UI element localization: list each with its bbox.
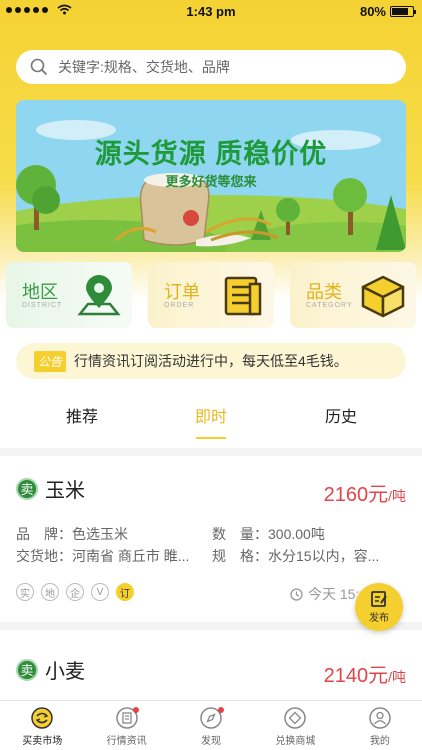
news-notification-dot [133, 707, 140, 713]
tabbar-profile-label: 我的 [369, 736, 390, 747]
edit-icon [371, 591, 387, 607]
listing-price: 2160元/吨 [324, 478, 406, 507]
search-placeholder: 关键字:规格、交货地、品牌 [58, 59, 230, 75]
shortcut-district-label: 地区 [22, 282, 58, 302]
shortcut-category-label: 品类 [306, 282, 342, 302]
listing-title: 玉米 [45, 480, 85, 502]
sell-badge: 卖 [16, 658, 38, 681]
listing-price-unit: /吨 [388, 669, 406, 685]
quantity-value: 300.00吨 [268, 526, 325, 542]
brand-field: 品 牌：色选玉米 [16, 524, 128, 544]
tabbar-exchange[interactable]: 兑换商城 [253, 701, 337, 750]
shortcut-category-en: CATEGORY [306, 302, 353, 309]
spec-field: 规 格：水分15以内，容... [212, 546, 379, 566]
vip-badge: V [91, 583, 109, 601]
listing-tabs: 推荐 即时 历史 [0, 395, 422, 445]
shortcut-order[interactable]: 订单 ORDER [148, 262, 274, 328]
tabbar-news-label: 行情资讯 [106, 736, 147, 747]
promo-banner[interactable]: 源头货源 质稳价优 更多好货等您来 [16, 100, 406, 252]
search-bar[interactable]: 关键字:规格、交货地、品牌 [16, 50, 406, 84]
market-icon [31, 707, 53, 729]
discover-notification-dot [217, 707, 224, 713]
listing-title: 小麦 [45, 661, 85, 683]
delivery-place-value: 河南省 商丘市 睢... [72, 548, 190, 564]
verified-real-badge: 实 [16, 583, 34, 601]
order-list-icon [224, 276, 262, 316]
listing-price-value: 2160元 [323, 484, 389, 506]
map-pin-icon [77, 275, 121, 316]
status-bar: 1:43 pm 80% [0, 0, 422, 22]
delivery-place-label: 交货地： [16, 548, 72, 564]
quantity-label: 数 量： [212, 526, 268, 542]
quantity-field: 数 量：300.00吨 [212, 524, 325, 544]
listing-price-value: 2140元 [323, 665, 389, 687]
battery-percent: 80% [359, 4, 386, 19]
section-divider [0, 448, 422, 456]
announcement-text: 行情资讯订阅活动进行中，每天低至4毛钱。 [74, 353, 348, 369]
section-divider [0, 622, 422, 630]
user-icon [369, 707, 391, 729]
tabbar-market-label: 买卖市场 [22, 736, 63, 747]
exchange-icon [284, 707, 307, 729]
announcement-tag: 公告 [34, 350, 67, 372]
publish-button[interactable]: 发布 [355, 583, 403, 631]
sell-badge: 卖 [16, 477, 38, 500]
announcement-bar[interactable]: 公告 行情资讯订阅活动进行中，每天低至4毛钱。 [16, 343, 406, 379]
tab-realtime[interactable]: 即时 [195, 403, 227, 427]
shortcut-category[interactable]: 品类 CATEGORY [290, 262, 416, 328]
shortcut-order-label: 订单 [164, 282, 200, 302]
listing-price: 2140元/吨 [324, 659, 406, 688]
delivery-place-field: 交货地：河南省 商丘市 睢... [16, 546, 189, 566]
tabbar-market[interactable]: 买卖市场 [0, 701, 84, 750]
brand-label: 品 牌： [16, 526, 72, 542]
active-tab-indicator [196, 437, 226, 439]
tab-history[interactable]: 历史 [325, 403, 357, 427]
tab-recommended[interactable]: 推荐 [66, 403, 98, 427]
category-shortcuts: 地区 DISTRICT 订单 ORDER 品类 CATEGORY [6, 262, 416, 328]
brand-value: 色选玉米 [72, 526, 128, 542]
shortcut-district-en: DISTRICT [22, 302, 63, 309]
bottom-tab-bar: 买卖市场 行情资讯 发现 兑换商城 我的 [0, 700, 422, 750]
tabbar-news[interactable]: 行情资讯 [84, 701, 168, 750]
status-time: 1:43 pm [186, 4, 236, 19]
banner-title: 源头货源 质稳价优 [94, 139, 328, 169]
shortcut-order-en: ORDER [164, 302, 195, 309]
search-icon [30, 58, 48, 76]
tabbar-discover[interactable]: 发现 [169, 701, 253, 750]
verified-site-badge: 地 [41, 583, 59, 601]
listing-price-unit: /吨 [388, 488, 406, 504]
tabbar-profile[interactable]: 我的 [338, 701, 422, 750]
banner-subtitle: 更多好货等您来 [165, 174, 257, 189]
box-icon [361, 275, 405, 318]
shortcut-district[interactable]: 地区 DISTRICT [6, 262, 132, 328]
order-badge: 订 [116, 583, 134, 601]
verified-company-badge: 企 [66, 583, 84, 601]
tabbar-exchange-label: 兑换商城 [275, 736, 316, 747]
publish-button-label: 发布 [369, 613, 389, 624]
spec-label: 规 格： [212, 548, 268, 564]
battery-icon [390, 6, 416, 17]
clock-icon [290, 587, 303, 601]
verification-badges: 实 地 企 V 订 [16, 583, 134, 601]
spec-value: 水分15以内，容... [268, 548, 380, 564]
tabbar-discover-label: 发现 [201, 736, 222, 747]
